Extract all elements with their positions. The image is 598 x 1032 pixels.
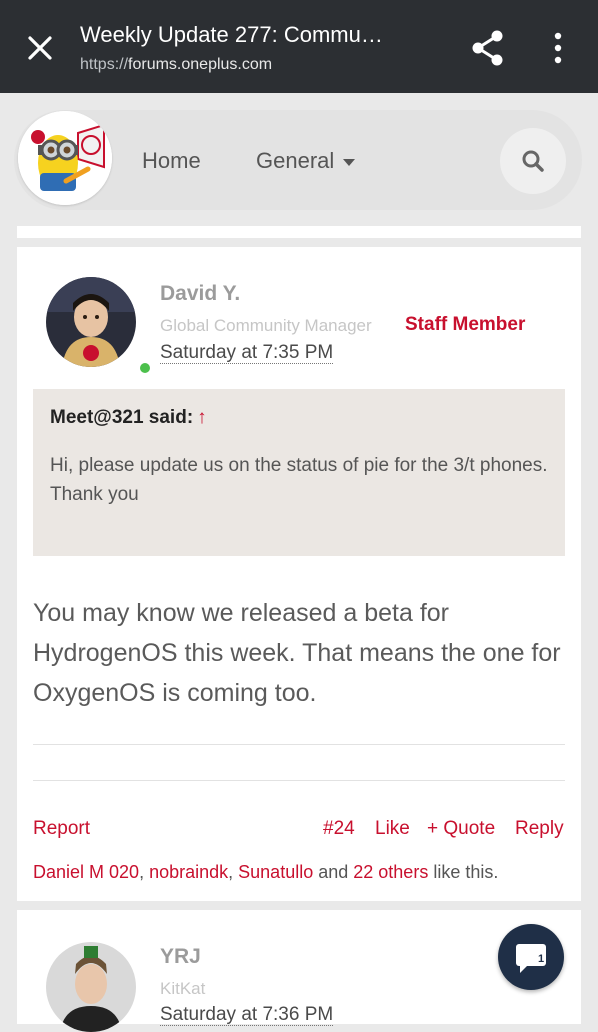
jump-to-quote-icon[interactable]: ↑ (197, 407, 207, 428)
liker-link[interactable]: Sunatullo (238, 862, 313, 882)
nav-home[interactable]: Home (142, 148, 201, 174)
quote-text: Hi, please update us on the status of pi… (50, 455, 548, 505)
online-status-dot (140, 363, 150, 373)
post-body: You may know we released a beta for Hydr… (33, 599, 561, 707)
likes-summary: Daniel M 020, nobraindk, Sunatullo and 2… (33, 862, 498, 883)
url-host: forums.oneplus.com (128, 56, 273, 73)
liker-link[interactable]: nobraindk (149, 862, 228, 882)
close-icon[interactable] (22, 30, 58, 66)
nav-general-label: General (256, 148, 335, 173)
quote-header: Meet@321 said: ↑ (50, 407, 207, 429)
chat-bubble-icon: 1 (516, 944, 546, 973)
message-count: 1 (538, 953, 544, 965)
user-title: KitKat (160, 979, 206, 998)
divider (33, 780, 565, 781)
avatar[interactable] (46, 942, 136, 1032)
like-button[interactable]: Like (375, 818, 410, 840)
page-url: https://forums.oneplus.com (80, 56, 272, 74)
likes-separator: , (228, 862, 239, 882)
caret-down-icon (343, 159, 356, 167)
quote-author[interactable]: Meet@321 said: (50, 407, 193, 428)
nav-general[interactable]: General (256, 148, 356, 174)
post-author[interactable]: David Y. (160, 282, 240, 306)
likes-separator: , (139, 862, 150, 882)
quote-block: Meet@321 said: ↑ Hi, please update us on … (33, 389, 565, 556)
search-button[interactable] (500, 128, 566, 194)
likes-tail: like this. (428, 862, 499, 882)
post-date[interactable]: Saturday at 7:36 PM (160, 1005, 334, 1026)
site-logo[interactable] (18, 111, 112, 205)
search-icon (522, 150, 544, 172)
previous-post-footer (17, 226, 581, 238)
share-icon[interactable] (468, 28, 508, 68)
quote-button[interactable]: + Quote (427, 818, 495, 840)
user-title: Global Community Manager (160, 316, 372, 335)
report-link[interactable]: Report (33, 818, 90, 840)
page-title: Weekly Update 277: Commu… (80, 22, 383, 47)
avatar[interactable] (46, 277, 136, 367)
user-photo-icon (46, 942, 136, 1032)
browser-toolbar: Weekly Update 277: Commu… https://forums… (0, 0, 598, 93)
divider (33, 744, 565, 745)
new-message-button[interactable]: 1 (498, 924, 564, 990)
likes-others-link[interactable]: 22 others (353, 862, 428, 882)
minion-logo-icon (18, 111, 112, 205)
liker-link[interactable]: Daniel M 020 (33, 862, 139, 882)
staff-badge: Staff Member (405, 314, 526, 335)
post-date[interactable]: Saturday at 7:35 PM (160, 343, 334, 364)
post-author[interactable]: YRJ (160, 945, 201, 969)
url-scheme: https:// (80, 56, 129, 73)
likes-and: and (313, 862, 354, 882)
post-number-link[interactable]: #24 (323, 818, 355, 840)
user-photo-icon (46, 277, 136, 367)
reply-button[interactable]: Reply (515, 818, 564, 840)
more-options-icon[interactable] (548, 30, 568, 66)
